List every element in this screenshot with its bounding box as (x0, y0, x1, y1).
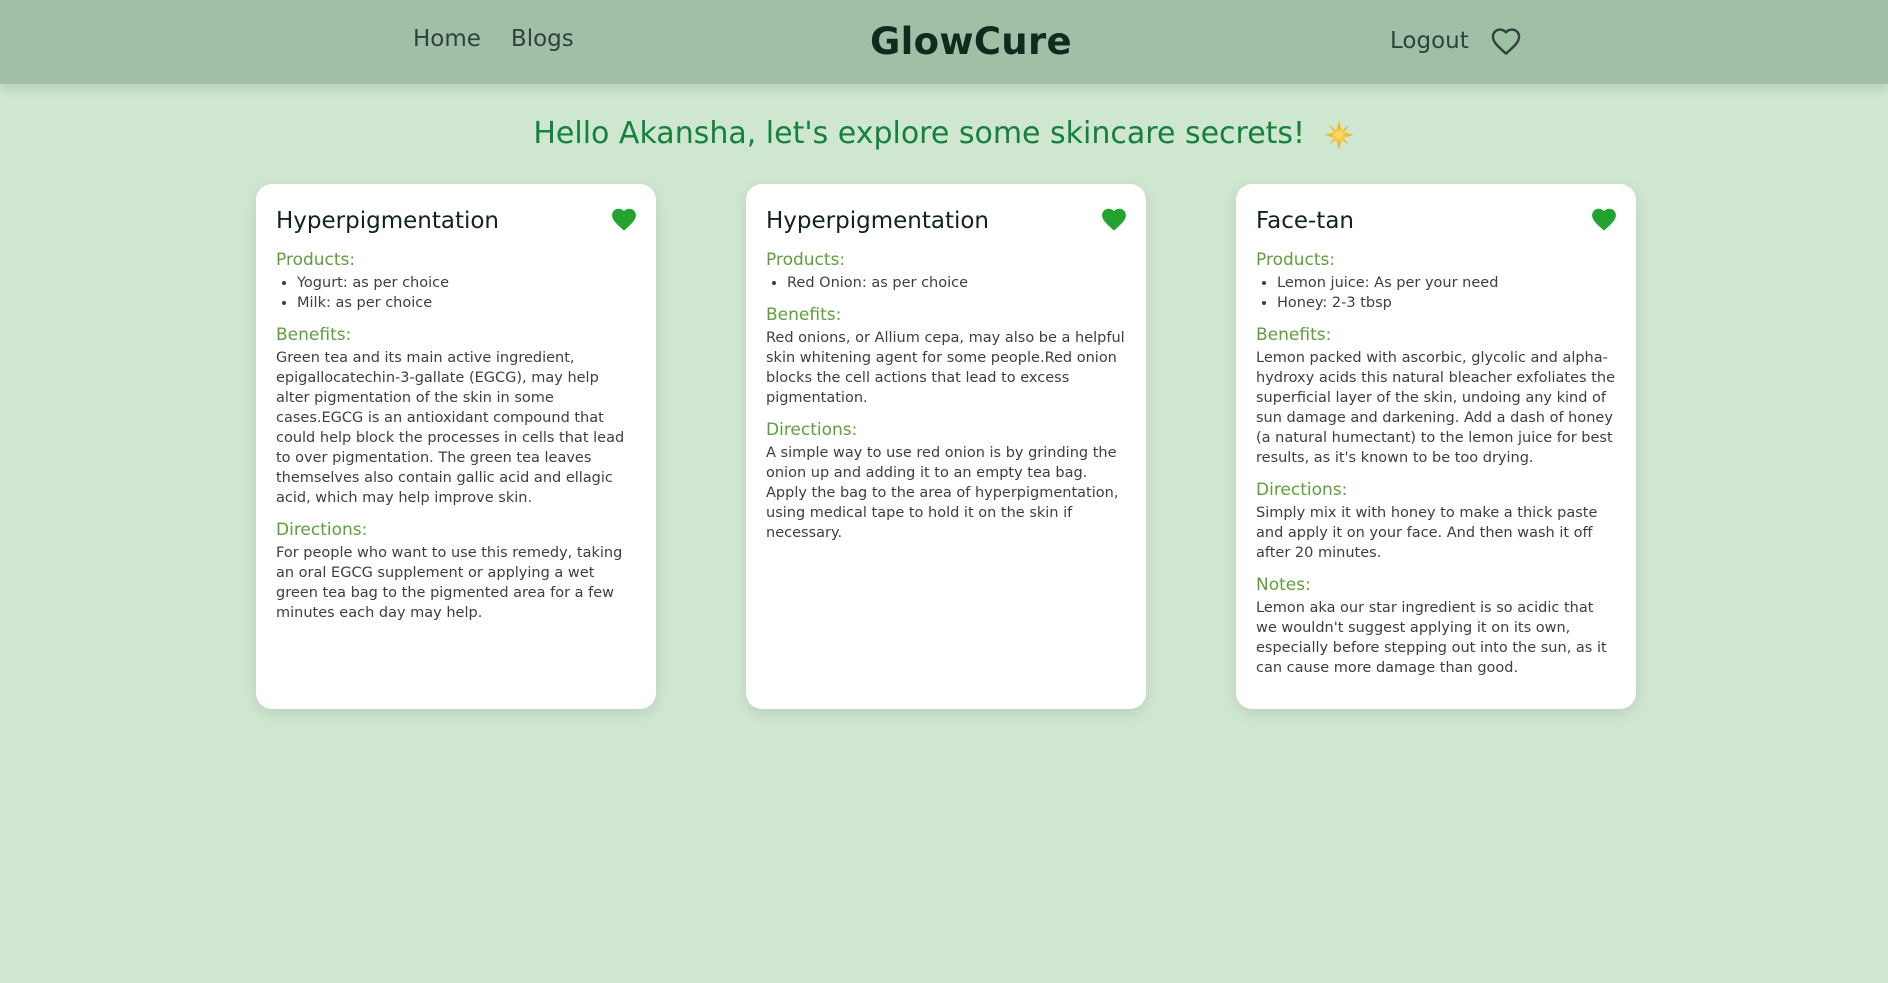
directions-text: Simply mix it with honey to make a thick… (1256, 505, 1598, 561)
logout-link[interactable]: Logout (1390, 28, 1469, 54)
product-item: Milk: as per choice (297, 293, 636, 313)
directions-label: Directions: (766, 420, 858, 440)
notes-label: Notes: (1256, 575, 1311, 595)
benefits-label: Benefits: (1256, 325, 1332, 345)
products-label: Products: (1256, 250, 1336, 270)
directions-label: Directions: (1256, 480, 1348, 500)
benefits-text: Red onions, or Allium cepa, may also be … (766, 330, 1125, 406)
heart-filled-icon[interactable] (610, 206, 638, 234)
remedy-cards: Hyperpigmentation Products: Yogurt: as p… (256, 184, 1636, 709)
product-item: Yogurt: as per choice (297, 273, 636, 293)
product-item: Lemon juice: As per your need (1277, 273, 1616, 293)
notes-text: Lemon aka our star ingredient is so acid… (1256, 600, 1607, 676)
greeting-text: Hello Akansha, let's explore some skinca… (533, 116, 1306, 151)
card-title: Hyperpigmentation (276, 208, 500, 234)
product-item: Honey: 2-3 tbsp (1277, 293, 1616, 313)
benefits-label: Benefits: (766, 305, 842, 325)
greeting-heading: Hello Akansha, let's explore some skinca… (0, 116, 1888, 151)
products-list: Lemon juice: As per your need Honey: 2-3… (1256, 273, 1616, 313)
products-label: Products: (276, 250, 356, 270)
remedy-card: Hyperpigmentation Products: Yogurt: as p… (256, 184, 656, 709)
nav-blogs-link[interactable]: Blogs (511, 26, 574, 52)
remedy-card: Face-tan Products: Lemon juice: As per y… (1236, 184, 1636, 709)
remedy-card: Hyperpigmentation Products: Red Onion: a… (746, 184, 1146, 709)
directions-text: A simple way to use red onion is by grin… (766, 445, 1119, 541)
product-item: Red Onion: as per choice (787, 273, 1126, 293)
card-title: Hyperpigmentation (766, 208, 990, 234)
products-label: Products: (766, 250, 846, 270)
benefits-label: Benefits: (276, 325, 352, 345)
products-list: Yogurt: as per choice Milk: as per choic… (276, 273, 636, 313)
brand-logo-text[interactable]: GlowCure (870, 20, 1072, 63)
top-navbar: Home Blogs GlowCure Logout (0, 0, 1888, 84)
heart-filled-icon[interactable] (1100, 206, 1128, 234)
nav-home-link[interactable]: Home (413, 26, 481, 52)
nav-left-links: Home Blogs (413, 26, 574, 52)
sparkle-sun-emoji (1323, 119, 1355, 151)
benefits-text: Green tea and its main active ingredient… (276, 350, 625, 506)
nav-right-actions: Logout (1390, 24, 1523, 58)
benefits-text: Lemon packed with ascorbic, glycolic and… (1256, 350, 1615, 466)
heart-outline-icon[interactable] (1489, 24, 1523, 58)
directions-label: Directions: (276, 520, 368, 540)
directions-text: For people who want to use this remedy, … (276, 545, 623, 621)
heart-filled-icon[interactable] (1590, 206, 1618, 234)
card-title: Face-tan (1256, 208, 1354, 234)
products-list: Red Onion: as per choice (766, 273, 1126, 293)
